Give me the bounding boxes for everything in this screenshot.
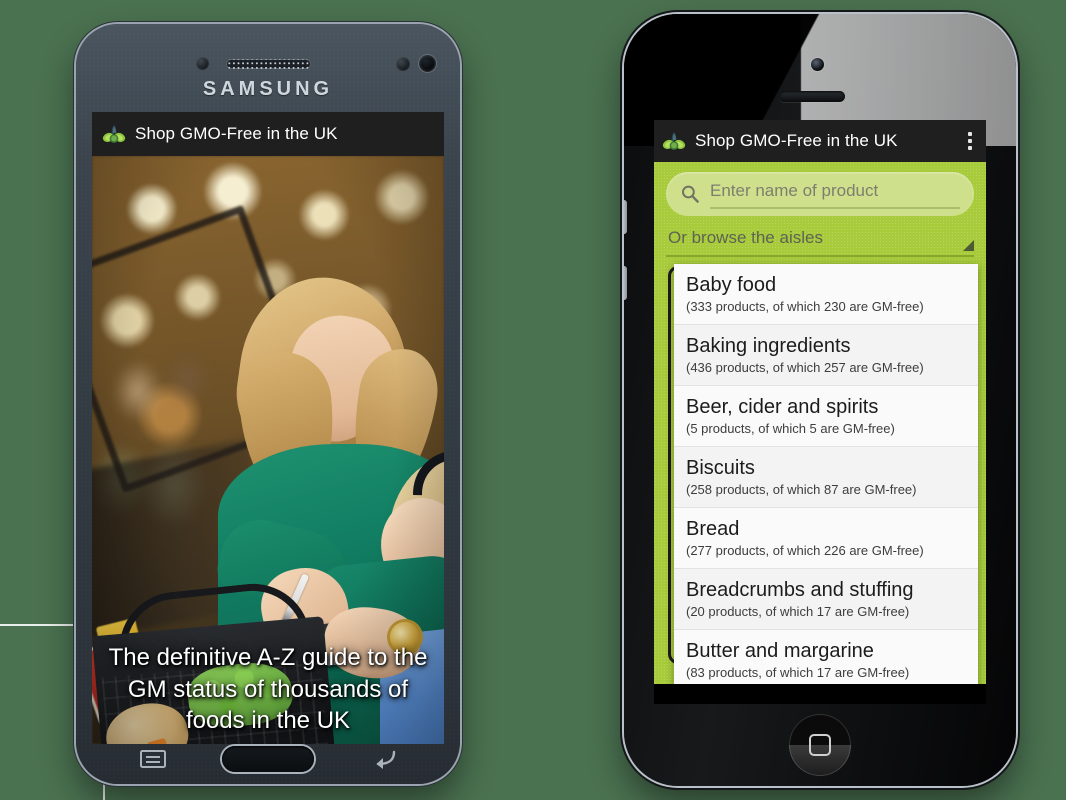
aisle-list-item[interactable]: Beer, cider and spirits (5 products, of w… <box>674 386 978 447</box>
home-button-icon[interactable] <box>789 714 851 776</box>
aisle-list-item[interactable]: Baby food (333 products, of which 230 are… <box>674 264 978 325</box>
proximity-sensor-icon <box>196 57 209 70</box>
search-icon <box>681 185 699 203</box>
iphone-mockup: Shop GMO-Free in the UK Enter name of pr… <box>624 14 1016 786</box>
search-input[interactable]: Enter name of product <box>710 180 960 209</box>
iphone-screen: Shop GMO-Free in the UK Enter name of pr… <box>654 120 986 684</box>
leaf-logo-icon <box>662 132 686 150</box>
android-navigation-keys <box>76 746 460 784</box>
android-screen: Shop GMO-Free in the UK The definitive A… <box>92 112 444 744</box>
aisle-list[interactable]: Baby food (333 products, of which 230 are… <box>674 264 978 684</box>
screen-bottom-edge <box>654 684 986 704</box>
earpiece-speaker-icon <box>226 59 311 69</box>
aisle-name: Bread <box>686 518 740 540</box>
browse-aisles-label: Or browse the aisles <box>668 228 823 247</box>
android-action-bar: Shop GMO-Free in the UK <box>92 112 444 156</box>
search-bar[interactable]: Enter name of product <box>666 172 974 216</box>
aisle-name: Biscuits <box>686 457 755 479</box>
aisle-list-item[interactable]: Bread (277 products, of which 226 are GM-… <box>674 508 978 569</box>
overflow-menu-icon[interactable] <box>962 128 978 154</box>
aisle-product-count: (5 products, of which 5 are GM-free) <box>686 421 895 436</box>
android-phone-mockup: SAMSUNG Shop GMO-Free in the UK The defi… <box>76 24 460 784</box>
aisle-list-item[interactable]: Breadcrumbs and stuffing (20 products, of… <box>674 569 978 630</box>
leaf-logo-icon <box>102 125 126 143</box>
menu-icon[interactable] <box>138 748 168 770</box>
hero-photo: The definitive A-Z guide to the GM statu… <box>92 156 444 744</box>
light-sensor-icon <box>396 57 410 71</box>
samsung-brand-label: SAMSUNG <box>202 78 334 100</box>
app-action-bar: Shop GMO-Free in the UK <box>654 120 986 162</box>
front-camera-icon <box>419 55 436 72</box>
aisle-list-container: Baby food (333 products, of which 230 are… <box>666 264 978 684</box>
aisle-name: Beer, cider and spirits <box>686 396 879 418</box>
app-body: Enter name of product Or browse the aisl… <box>654 162 986 684</box>
aisle-product-count: (83 products, of which 17 are GM-free) <box>686 665 910 680</box>
aisle-product-count: (20 products, of which 17 are GM-free) <box>686 604 910 619</box>
aisle-name: Baking ingredients <box>686 335 851 357</box>
volume-up-button[interactable] <box>624 200 627 234</box>
aisle-list-item[interactable]: Butter and margarine (83 products, of whi… <box>674 630 978 684</box>
front-camera-icon <box>811 58 824 71</box>
browse-aisles-row: Or browse the aisles <box>666 228 974 257</box>
aisle-name: Breadcrumbs and stuffing <box>686 579 914 601</box>
app-title: Shop GMO-Free in the UK <box>135 124 338 143</box>
aisle-name: Baby food <box>686 274 777 296</box>
aisle-product-count: (333 products, of which 230 are GM-free) <box>686 299 924 314</box>
app-title: Shop GMO-Free in the UK <box>695 131 898 150</box>
aisle-list-item[interactable]: Biscuits (258 products, of which 87 are G… <box>674 447 978 508</box>
home-button[interactable] <box>222 746 314 772</box>
resize-handle-icon[interactable] <box>963 240 974 251</box>
aisle-list-item[interactable]: Baking ingredients (436 products, of whic… <box>674 325 978 386</box>
back-arrow-icon[interactable] <box>368 748 398 770</box>
aisle-product-count: (258 products, of which 87 are GM-free) <box>686 482 917 497</box>
aisle-product-count: (277 products, of which 226 are GM-free) <box>686 543 924 558</box>
aisle-name: Butter and margarine <box>686 640 874 662</box>
earpiece-speaker-icon <box>779 91 845 102</box>
volume-down-button[interactable] <box>624 266 627 300</box>
aisle-product-count: (436 products, of which 257 are GM-free) <box>686 360 924 375</box>
